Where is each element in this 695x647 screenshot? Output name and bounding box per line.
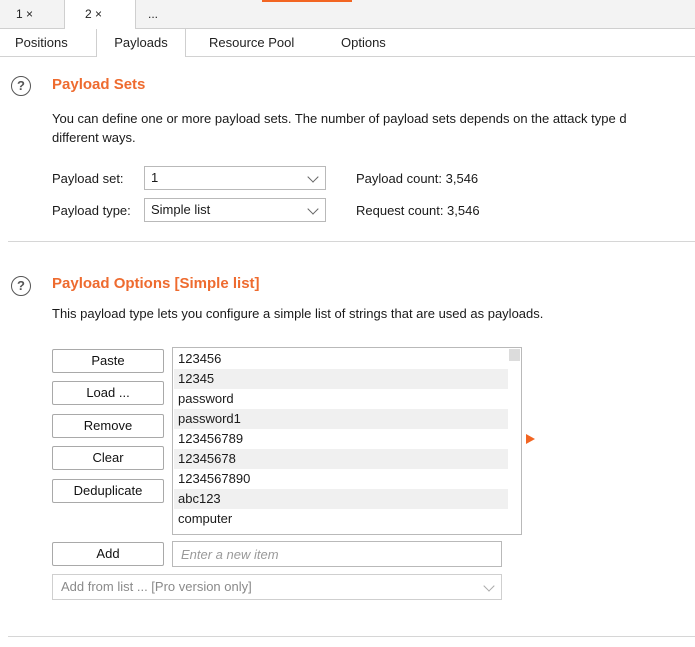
request-tab-strip: 1 × 2 × ... [0,0,695,29]
payload-list[interactable]: 123456 12345 password password1 12345678… [172,347,522,535]
expand-arrow-icon[interactable] [526,434,535,444]
list-scrollbar[interactable] [508,348,521,534]
payload-set-label: Payload set: [52,171,124,186]
list-item[interactable]: computer [174,509,508,529]
list-item[interactable]: abc123 [174,489,508,509]
list-item[interactable]: 12345678 [174,449,508,469]
clear-button[interactable]: Clear [52,446,164,470]
deduplicate-button[interactable]: Deduplicate [52,479,164,503]
chevron-down-icon [307,203,319,215]
scrollbar-thumb[interactable] [509,349,520,361]
payload-set-value: 1 [151,170,159,185]
request-tab-2[interactable]: 2 × [64,0,136,29]
add-from-list-select: Add from list ... [Pro version only] [52,574,502,600]
request-tab-1[interactable]: 1 × [16,0,62,28]
load-button[interactable]: Load ... [52,381,164,405]
tab-strip-accent [262,0,352,2]
request-count: Request count: 3,546 [356,203,480,218]
section-divider [8,241,695,242]
list-item[interactable]: password1 [174,409,508,429]
help-icon[interactable]: ? [11,76,31,96]
tab-resource-pool[interactable]: Resource Pool [209,29,294,56]
payload-type-label: Payload type: [52,203,131,218]
payload-sets-title: Payload Sets [52,76,146,93]
list-item[interactable]: 123456 [174,349,508,369]
new-tab-button[interactable]: ... [148,0,178,28]
help-icon[interactable]: ? [11,276,31,296]
paste-button[interactable]: Paste [52,349,164,373]
payload-sets-description-line2: different ways. [52,130,136,145]
list-item[interactable]: password [174,389,508,409]
list-item[interactable]: 12345 [174,369,508,389]
payload-options-description: This payload type lets you configure a s… [52,306,544,321]
tab-options[interactable]: Options [341,29,386,56]
payload-set-select[interactable]: 1 [144,166,326,190]
payload-sets-description-line1: You can define one or more payload sets.… [52,111,627,126]
payload-options-title: Payload Options [Simple list] [52,275,260,292]
payload-type-select[interactable]: Simple list [144,198,326,222]
add-button[interactable]: Add [52,542,164,566]
tab-payloads[interactable]: Payloads [96,29,186,57]
add-from-list-label: Add from list ... [Pro version only] [61,579,252,594]
list-item[interactable]: 1234567890 [174,469,508,489]
payload-type-value: Simple list [151,202,211,217]
chevron-down-icon [307,171,319,183]
chevron-down-icon [483,580,495,592]
list-item[interactable]: 123456789 [174,429,508,449]
payload-count: Payload count: 3,546 [356,171,479,186]
remove-button[interactable]: Remove [52,414,164,438]
section-divider [8,636,695,637]
tab-positions[interactable]: Positions [15,29,68,56]
new-item-input[interactable] [172,541,502,567]
intruder-sub-tabs: Positions Payloads Resource Pool Options [0,29,695,57]
